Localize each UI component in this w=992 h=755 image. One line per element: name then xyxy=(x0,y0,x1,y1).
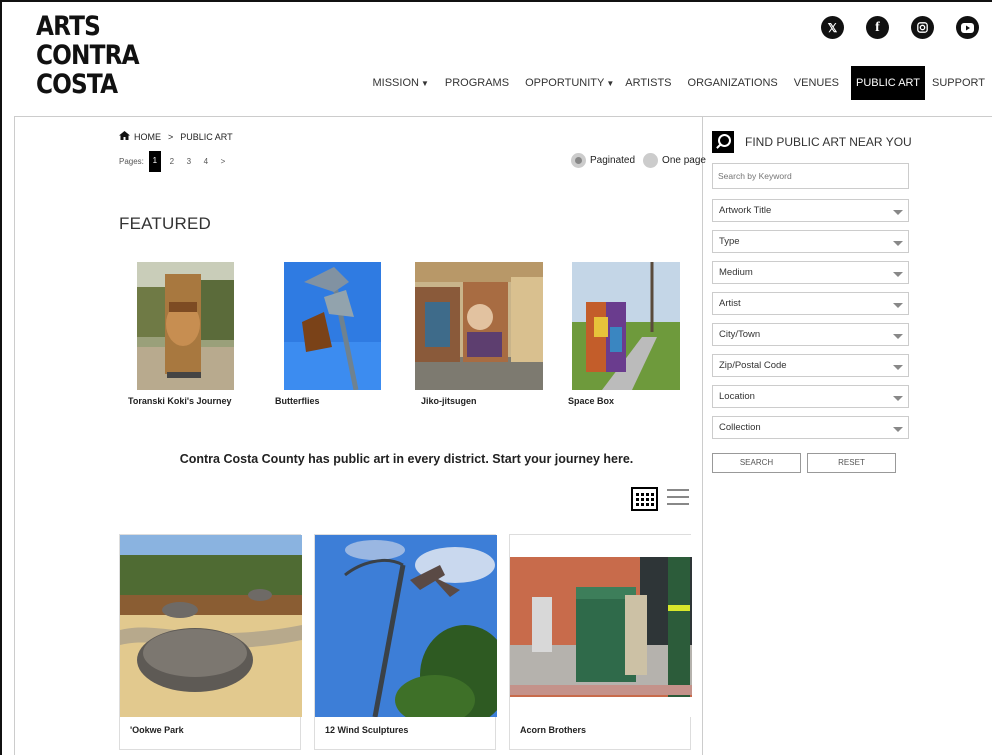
chevron-down-icon xyxy=(893,241,903,246)
pagination-label: Pages: xyxy=(119,157,144,166)
artwork-image xyxy=(315,535,497,717)
x-icon[interactable]: 𝕏 xyxy=(821,16,844,39)
nav-opportunity[interactable]: OPPORTUNITY ▼ xyxy=(517,66,622,100)
select-label: Artwork Title xyxy=(719,205,772,216)
one-page-radio[interactable] xyxy=(643,153,659,168)
featured-title[interactable]: Jiko-jitsugen xyxy=(421,396,477,406)
artwork-title[interactable]: Acorn Brothers xyxy=(520,725,586,735)
chevron-down-icon xyxy=(893,272,903,277)
reset-button[interactable]: RESET xyxy=(807,453,896,473)
artist-select[interactable]: Artist xyxy=(712,292,909,315)
select-label: Type xyxy=(719,236,740,247)
nav-label: MISSION xyxy=(372,77,419,89)
artwork-card[interactable]: 'Ookwe Park xyxy=(119,534,302,750)
logo-line: CONTRA xyxy=(36,40,140,71)
nav-label: SUPPORT xyxy=(932,77,985,89)
select-label: City/Town xyxy=(719,329,761,340)
next-page-link[interactable]: > xyxy=(217,152,229,172)
breadcrumb-separator: > xyxy=(168,131,174,142)
medium-select[interactable]: Medium xyxy=(712,261,909,284)
select-label: Location xyxy=(719,391,755,402)
page-link[interactable]: 4 xyxy=(200,152,212,172)
nav-label: VENUES xyxy=(793,77,840,89)
collection-select[interactable]: Collection xyxy=(712,416,909,439)
artwork-title-select[interactable]: Artwork Title xyxy=(712,199,909,222)
chevron-down-icon xyxy=(893,365,903,370)
artwork-card[interactable]: 12 Wind Sculptures xyxy=(314,534,497,750)
featured-image-butterflies[interactable] xyxy=(284,262,381,391)
nav-label: ARTISTS xyxy=(625,77,672,89)
facebook-icon[interactable]: f xyxy=(866,16,889,39)
nav-programs[interactable]: PROGRAMS xyxy=(437,66,517,100)
search-panel-header: FIND PUBLIC ART NEAR YOU xyxy=(712,131,912,153)
search-panel-title: FIND PUBLIC ART NEAR YOU xyxy=(745,135,912,149)
content-border-left xyxy=(14,116,15,755)
chevron-down-icon xyxy=(893,334,903,339)
caret-down-icon: ▼ xyxy=(606,78,615,88)
instagram-icon[interactable] xyxy=(911,16,934,39)
nav-support[interactable]: SUPPORT xyxy=(929,66,985,100)
chevron-down-icon xyxy=(893,396,903,401)
search-icon xyxy=(712,131,734,153)
chevron-down-icon xyxy=(893,427,903,432)
zip-code-select[interactable]: Zip/Postal Code xyxy=(712,354,909,377)
nav-label: ORGANIZATIONS xyxy=(687,77,778,89)
breadcrumb-current: PUBLIC ART xyxy=(180,131,233,142)
nav-label: OPPORTUNITY xyxy=(525,77,605,89)
artwork-image xyxy=(510,535,692,717)
select-label: Zip/Postal Code xyxy=(719,360,787,371)
select-label: Collection xyxy=(719,422,761,433)
type-select[interactable]: Type xyxy=(712,230,909,253)
featured-title[interactable]: Butterflies xyxy=(275,396,320,406)
nav-organizations[interactable]: ORGANIZATIONS xyxy=(680,66,786,100)
breadcrumb: HOME > PUBLIC ART xyxy=(119,131,233,142)
logo-line: ARTS xyxy=(36,11,101,42)
chevron-down-icon xyxy=(893,303,903,308)
grid-view-button[interactable] xyxy=(631,487,658,511)
featured-title[interactable]: Toranski Koki's Journey xyxy=(128,396,232,406)
artwork-card[interactable]: Acorn Brothers xyxy=(509,534,692,750)
paginated-label[interactable]: Paginated xyxy=(590,155,635,166)
featured-image-toranski[interactable] xyxy=(137,262,234,390)
artwork-title[interactable]: 12 Wind Sculptures xyxy=(325,725,408,735)
location-select[interactable]: Location xyxy=(712,385,909,408)
logo-line: COSTA xyxy=(36,69,118,100)
nav-venues[interactable]: VENUES xyxy=(786,66,847,100)
one-page-label[interactable]: One page xyxy=(662,155,706,166)
page-link[interactable]: 1 xyxy=(148,151,161,172)
nav-label: PUBLIC ART xyxy=(856,77,921,89)
pagination: Pages: 1 2 3 4 > xyxy=(119,151,229,172)
header-divider xyxy=(14,116,992,117)
caret-down-icon: ▼ xyxy=(420,78,429,88)
social-links: 𝕏 f xyxy=(821,16,979,39)
featured-heading: FEATURED xyxy=(119,214,211,233)
tagline: Contra Costa County has public art in ev… xyxy=(179,452,634,466)
featured-title[interactable]: Space Box xyxy=(568,396,614,406)
page-link[interactable]: 2 xyxy=(166,152,178,172)
nav-mission[interactable]: MISSION ▼ xyxy=(365,66,437,100)
city-town-select[interactable]: City/Town xyxy=(712,323,909,346)
sidebar-divider xyxy=(702,116,703,755)
paginated-radio[interactable] xyxy=(571,153,586,168)
search-button[interactable]: SEARCH xyxy=(712,453,801,473)
featured-image-space-box[interactable] xyxy=(572,262,680,390)
arts-contra-costa-logo[interactable]: ARTS CONTRA COSTA xyxy=(36,11,140,100)
artwork-title[interactable]: 'Ookwe Park xyxy=(130,725,184,735)
page-link[interactable]: 3 xyxy=(183,152,195,172)
keyword-search-input[interactable] xyxy=(712,163,909,189)
select-label: Artist xyxy=(719,298,741,309)
view-options: Paginated One page xyxy=(571,153,706,168)
nav-label: PROGRAMS xyxy=(444,77,510,89)
youtube-icon[interactable] xyxy=(956,16,979,39)
nav-public-art[interactable]: PUBLIC ART xyxy=(851,66,926,100)
breadcrumb-home[interactable]: HOME xyxy=(134,132,161,142)
artwork-image xyxy=(120,535,302,717)
home-icon[interactable] xyxy=(119,131,130,142)
main-nav: MISSION ▼ PROGRAMS OPPORTUNITY ▼ ARTISTS O… xyxy=(365,66,985,100)
select-label: Medium xyxy=(719,267,753,278)
list-view-button[interactable] xyxy=(667,489,689,509)
chevron-down-icon xyxy=(893,210,903,215)
nav-artists[interactable]: ARTISTS xyxy=(622,66,679,100)
featured-image-jiko-jitsugen[interactable] xyxy=(415,262,543,390)
